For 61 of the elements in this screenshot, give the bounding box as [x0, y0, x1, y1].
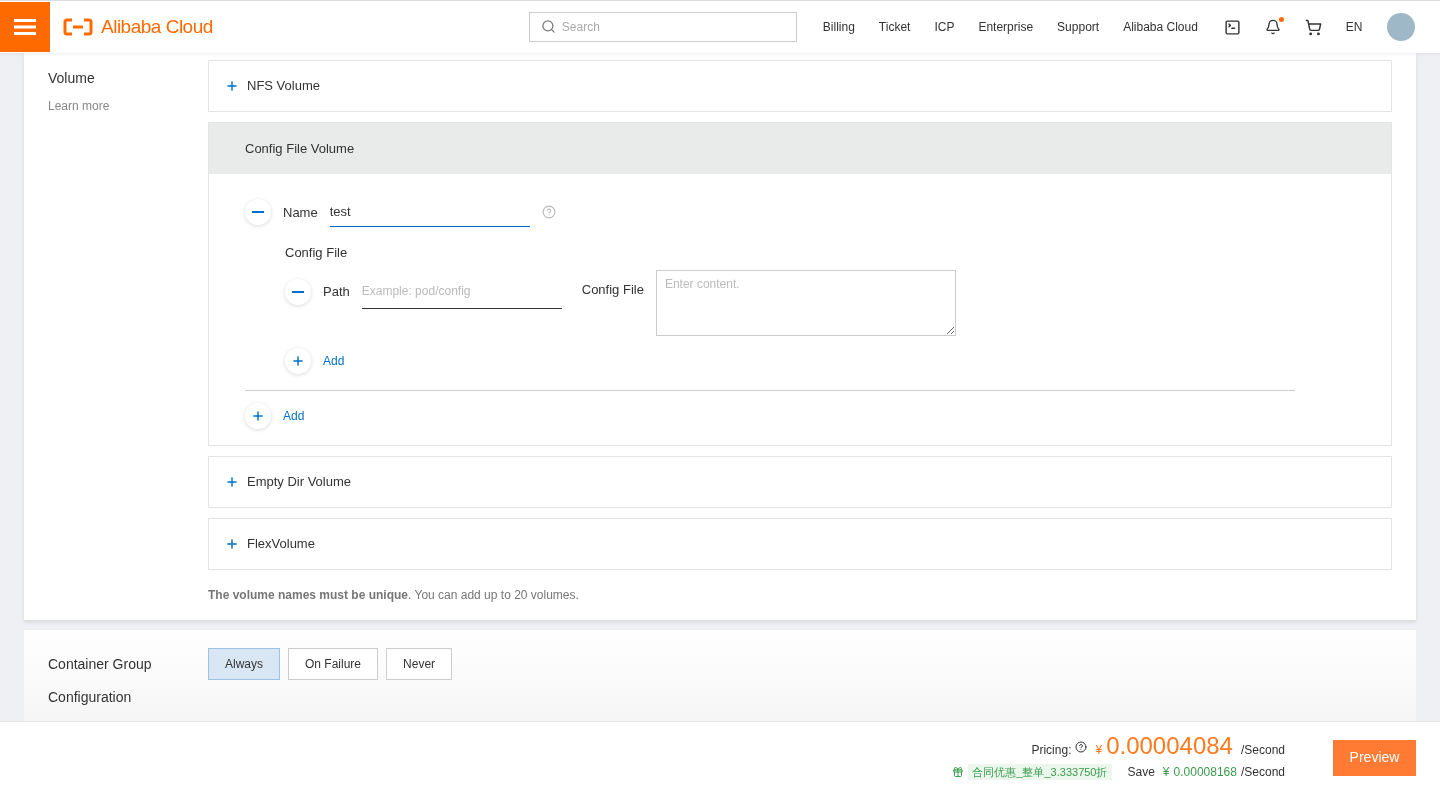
help-icon [1075, 740, 1088, 753]
plus-icon [251, 409, 265, 423]
add-button[interactable] [245, 403, 271, 429]
field-label: Path [323, 282, 350, 301]
nav-link[interactable]: ICP [934, 18, 955, 36]
volume-panel[interactable]: Empty Dir Volume [208, 456, 1392, 508]
discount-tag: 合同优惠_整单_3.333750折 [968, 763, 1112, 781]
menu-icon [14, 19, 36, 35]
currency-symbol: ¥ [1162, 764, 1170, 781]
name-input[interactable]: test [329, 198, 530, 227]
learn-more-link[interactable]: Learn more [48, 97, 208, 115]
price-unit: /Second [1240, 742, 1285, 759]
panel-title: FlexVolume [247, 535, 315, 554]
language-menu[interactable]: EN [1345, 18, 1363, 36]
price: 0.00004084 [1106, 734, 1233, 758]
logo-icon [63, 18, 93, 36]
field-label: Config File [581, 281, 644, 299]
minus-icon [292, 290, 304, 293]
path-input[interactable]: Example: pod/config [361, 274, 562, 309]
pricing-label: Pricing: [1031, 742, 1072, 759]
restart-option[interactable]: Always [208, 648, 280, 680]
search-icon [540, 19, 556, 34]
bell-icon[interactable] [1264, 19, 1281, 35]
panel-title[interactable]: Config File Volume [245, 138, 355, 159]
menu-button[interactable] [0, 2, 50, 52]
volume-note: The volume names must be unique. You can add up to 20 volumes. [208, 587, 580, 604]
panel-title: NFS Volume [247, 77, 320, 96]
nav-link[interactable]: Alibaba Cloud [1123, 18, 1198, 36]
terminal-icon[interactable] [1223, 18, 1241, 36]
restart-option[interactable]: On Failure [288, 648, 379, 680]
cart-icon[interactable] [1304, 18, 1322, 36]
panel-title: Empty Dir Volume [247, 473, 352, 492]
plus-icon [225, 475, 239, 489]
plus-icon [225, 537, 239, 551]
gift-icon [952, 766, 965, 778]
content-textarea[interactable]: Enter content. [655, 270, 956, 336]
section-title: Config File [285, 243, 349, 262]
add-link[interactable]: Add [283, 407, 305, 425]
field-label: Name [283, 203, 318, 222]
restart-option[interactable]: Never [386, 648, 453, 680]
section-title: Volume [48, 69, 96, 88]
help-icon [541, 205, 556, 220]
price-unit: /Second [1240, 764, 1285, 781]
nav-link[interactable]: Support [1057, 18, 1100, 36]
remove-button[interactable] [245, 199, 271, 226]
currency-symbol: ¥ [1095, 742, 1103, 759]
save-amount: 0.00008168 [1173, 764, 1237, 781]
nav-link[interactable]: Enterprise [978, 18, 1034, 36]
plus-icon [291, 354, 305, 368]
nav-link[interactable]: Ticket [878, 18, 911, 36]
plus-icon [225, 79, 239, 93]
search-field[interactable]: Search [528, 12, 797, 42]
save-label: Save [1127, 764, 1155, 781]
nav-link[interactable]: Billing [822, 18, 855, 36]
add-button[interactable] [285, 348, 311, 374]
volume-panel[interactable]: FlexVolume [208, 518, 1392, 570]
minus-icon [252, 211, 264, 214]
add-link[interactable]: Add [323, 352, 345, 370]
section-title: Container Group Configuration [48, 655, 153, 707]
remove-button[interactable] [285, 278, 311, 305]
volume-panel[interactable]: NFS Volume [208, 60, 1392, 112]
